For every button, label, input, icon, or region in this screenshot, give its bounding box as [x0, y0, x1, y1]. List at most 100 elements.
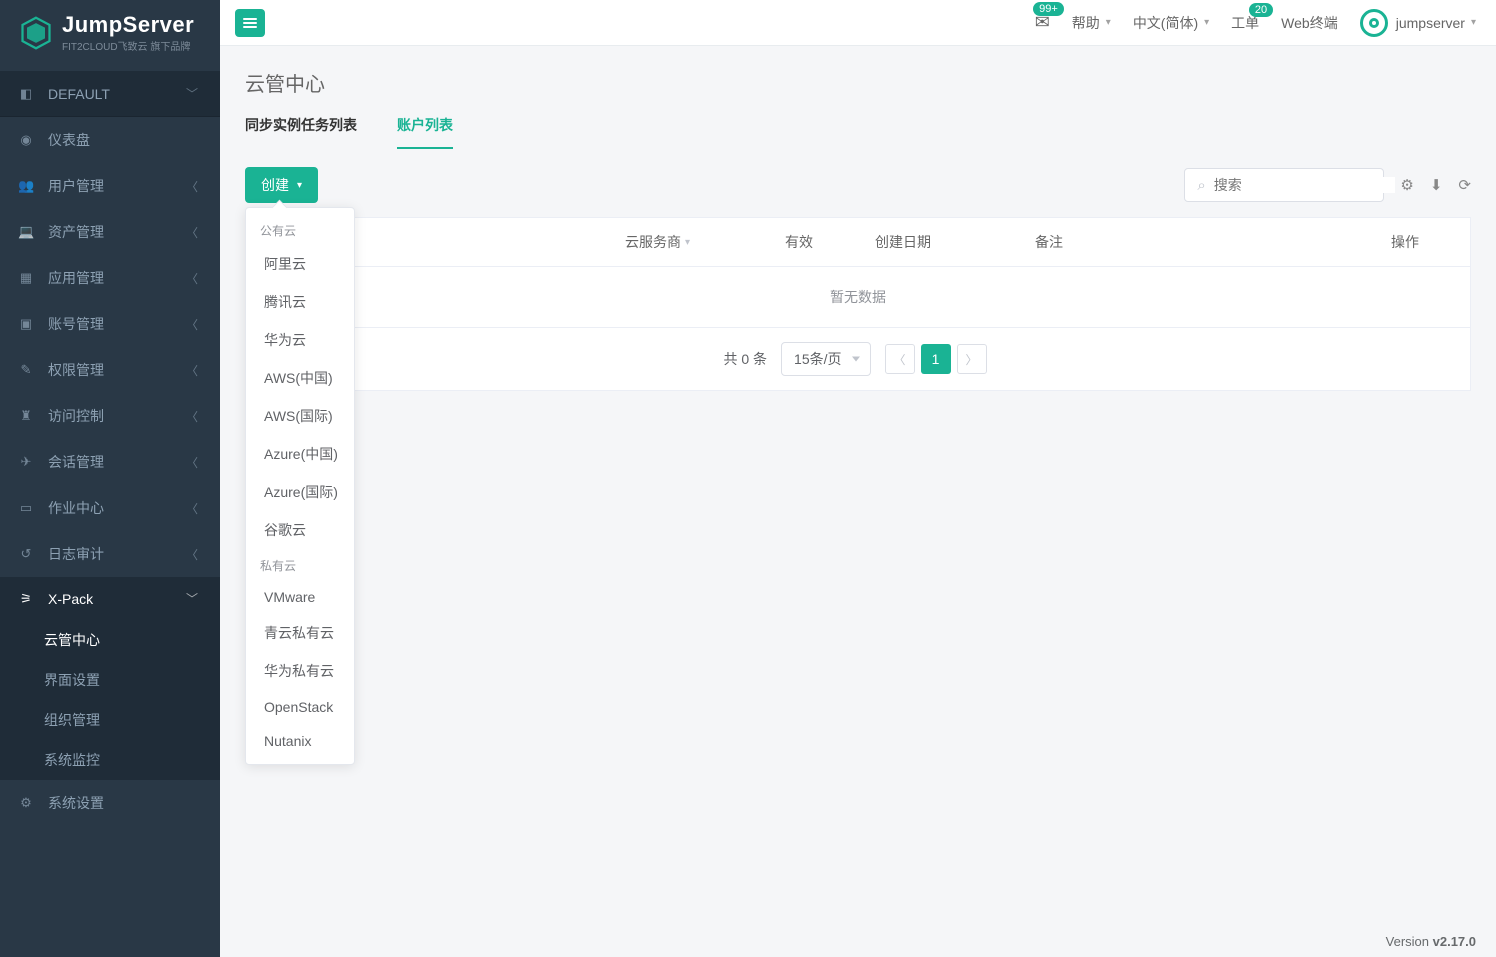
pagination: 共 0 条 15条/页 〈 1 〉: [246, 328, 1470, 390]
toolbar: 创建 ▾ 公有云 阿里云 腾讯云 华为云 AWS(中国) AWS(国际) Azu…: [245, 167, 1471, 203]
dd-item-tencent[interactable]: 腾讯云: [246, 283, 354, 321]
nav-assets[interactable]: 💻 资产管理 〈: [0, 209, 220, 255]
dd-item-nutanix[interactable]: Nutanix: [246, 724, 354, 758]
dd-item-qingcloud[interactable]: 青云私有云: [246, 614, 354, 652]
laptop-icon: 💻: [18, 224, 34, 240]
tabs: 同步实例任务列表 账户列表: [245, 115, 1471, 149]
language-menu[interactable]: 中文(简体) ▾: [1133, 13, 1209, 33]
dd-item-vmware[interactable]: VMware: [246, 580, 354, 614]
th-ops: 操作: [1340, 218, 1470, 266]
nav-dashboard[interactable]: ◉ 仪表盘: [0, 117, 220, 163]
org-selector[interactable]: ◧ DEFAULT ﹀: [0, 71, 220, 117]
chevron-left-icon: 〈: [186, 224, 198, 241]
dd-item-gcp[interactable]: 谷歌云: [246, 511, 354, 549]
logo-icon: [18, 15, 54, 51]
mail-button[interactable]: ✉ 99+: [1035, 12, 1050, 33]
dashboard-icon: ◉: [18, 132, 34, 148]
logo[interactable]: JumpServer FIT2CLOUD飞致云 旗下品牌: [0, 0, 220, 71]
dd-item-openstack[interactable]: OpenStack: [246, 690, 354, 724]
nav-orgs[interactable]: 组织管理: [0, 700, 220, 740]
topbar: ✉ 99+ 帮助 ▾ 中文(简体) ▾ 工单 20 Web终端 jumpserv…: [220, 0, 1496, 46]
edit-icon: ✎: [18, 362, 34, 378]
dropdown-group-public: 公有云: [246, 214, 354, 245]
dd-item-azure-intl[interactable]: Azure(国际): [246, 473, 354, 511]
settings-icon[interactable]: ⚙: [1400, 176, 1413, 194]
page-title: 云管中心: [245, 68, 1471, 97]
th-date: 创建日期: [863, 218, 1023, 266]
nav-cloud-center[interactable]: 云管中心: [0, 620, 220, 660]
sitemap-icon: ⚞: [18, 591, 34, 607]
org-name: DEFAULT: [48, 86, 186, 102]
nav-interface[interactable]: 界面设置: [0, 660, 220, 700]
user-menu[interactable]: jumpserver ▾: [1360, 9, 1476, 37]
dd-item-huawei-private[interactable]: 华为私有云: [246, 652, 354, 690]
th-provider[interactable]: 云服务商▾: [613, 218, 773, 266]
dd-item-azure-cn[interactable]: Azure(中国): [246, 435, 354, 473]
version-footer: Version v2.17.0: [1386, 934, 1476, 949]
dd-item-aws-cn[interactable]: AWS(中国): [246, 359, 354, 397]
dd-item-huawei[interactable]: 华为云: [246, 321, 354, 359]
nav-settings[interactable]: ⚙ 系统设置: [0, 780, 220, 826]
bookmark-icon: ◧: [18, 86, 34, 102]
chevron-left-icon: 〈: [186, 316, 198, 333]
toggle-sidebar-button[interactable]: [235, 9, 265, 37]
nav-acl[interactable]: ♜ 访问控制 〈: [0, 393, 220, 439]
prev-page-button[interactable]: 〈: [885, 344, 915, 374]
nav-monitor[interactable]: 系统监控: [0, 740, 220, 780]
fort-icon: ♜: [18, 408, 34, 424]
logo-title: JumpServer: [62, 12, 194, 38]
help-menu[interactable]: 帮助 ▾: [1072, 13, 1111, 33]
chevron-down-icon: ﹀: [186, 590, 198, 607]
tickets-link[interactable]: 工单 20: [1231, 13, 1259, 33]
tickets-badge: 20: [1249, 3, 1273, 17]
webterminal-link[interactable]: Web终端: [1281, 13, 1338, 33]
main: ✉ 99+ 帮助 ▾ 中文(简体) ▾ 工单 20 Web终端 jumpserv…: [220, 0, 1496, 957]
download-icon[interactable]: ⬇: [1430, 176, 1443, 194]
grid-icon: ▦: [18, 270, 34, 286]
avatar-icon: [1360, 9, 1388, 37]
nav-xpack[interactable]: ⚞ X-Pack ﹀: [0, 577, 220, 620]
chevron-left-icon: 〈: [186, 408, 198, 425]
chevron-down-icon: ▾: [1471, 17, 1476, 28]
search-input-wrapper[interactable]: ⌕: [1184, 168, 1384, 202]
hamburger-icon: [243, 18, 257, 28]
sidebar: JumpServer FIT2CLOUD飞致云 旗下品牌 ◧ DEFAULT ﹀…: [0, 0, 220, 957]
chevron-left-icon: 〈: [186, 546, 198, 563]
accounts-table: 名称▾ 云服务商▾ 有效 创建日期 备注 操作 暂无数据 共 0 条 15条/页…: [245, 217, 1471, 391]
nav-users[interactable]: 👥 用户管理 〈: [0, 163, 220, 209]
dd-item-aliyun[interactable]: 阿里云: [246, 245, 354, 283]
next-page-button[interactable]: 〉: [957, 344, 987, 374]
rocket-icon: ✈: [18, 454, 34, 470]
terminal-icon: ▭: [18, 500, 34, 516]
refresh-icon[interactable]: ⟳: [1458, 176, 1471, 194]
dd-item-aws-intl[interactable]: AWS(国际): [246, 397, 354, 435]
nav-sessions[interactable]: ✈ 会话管理 〈: [0, 439, 220, 485]
tab-sync-tasks[interactable]: 同步实例任务列表: [245, 115, 357, 149]
history-icon: ↺: [18, 546, 34, 562]
search-input[interactable]: [1214, 177, 1395, 193]
th-remark: 备注: [1023, 218, 1340, 266]
nav-perms[interactable]: ✎ 权限管理 〈: [0, 347, 220, 393]
nav-apps[interactable]: ▦ 应用管理 〈: [0, 255, 220, 301]
logo-subtitle: FIT2CLOUD飞致云 旗下品牌: [62, 38, 194, 53]
chevron-down-icon: ▾: [1204, 17, 1209, 28]
chevron-left-icon: 〈: [186, 178, 198, 195]
chevron-down-icon: ▾: [1106, 17, 1111, 28]
chevron-down-icon: ▾: [297, 180, 302, 191]
empty-state: 暂无数据: [246, 267, 1470, 328]
create-button[interactable]: 创建 ▾: [245, 167, 318, 203]
pagination-total: 共 0 条: [723, 349, 767, 369]
page-number-1[interactable]: 1: [921, 344, 951, 374]
nav-ops[interactable]: ▭ 作业中心 〈: [0, 485, 220, 531]
search-icon: ⌕: [1197, 177, 1205, 194]
nav-accounts[interactable]: ▣ 账号管理 〈: [0, 301, 220, 347]
tab-accounts[interactable]: 账户列表: [397, 115, 453, 149]
users-icon: 👥: [18, 178, 34, 194]
nav-audit[interactable]: ↺ 日志审计 〈: [0, 531, 220, 577]
chevron-down-icon: ﹀: [186, 85, 198, 102]
sort-icon: ▾: [685, 237, 690, 248]
mail-badge: 99+: [1033, 2, 1064, 16]
book-icon: ▣: [18, 316, 34, 332]
chevron-left-icon: 〈: [186, 454, 198, 471]
page-size-select[interactable]: 15条/页: [781, 342, 870, 376]
